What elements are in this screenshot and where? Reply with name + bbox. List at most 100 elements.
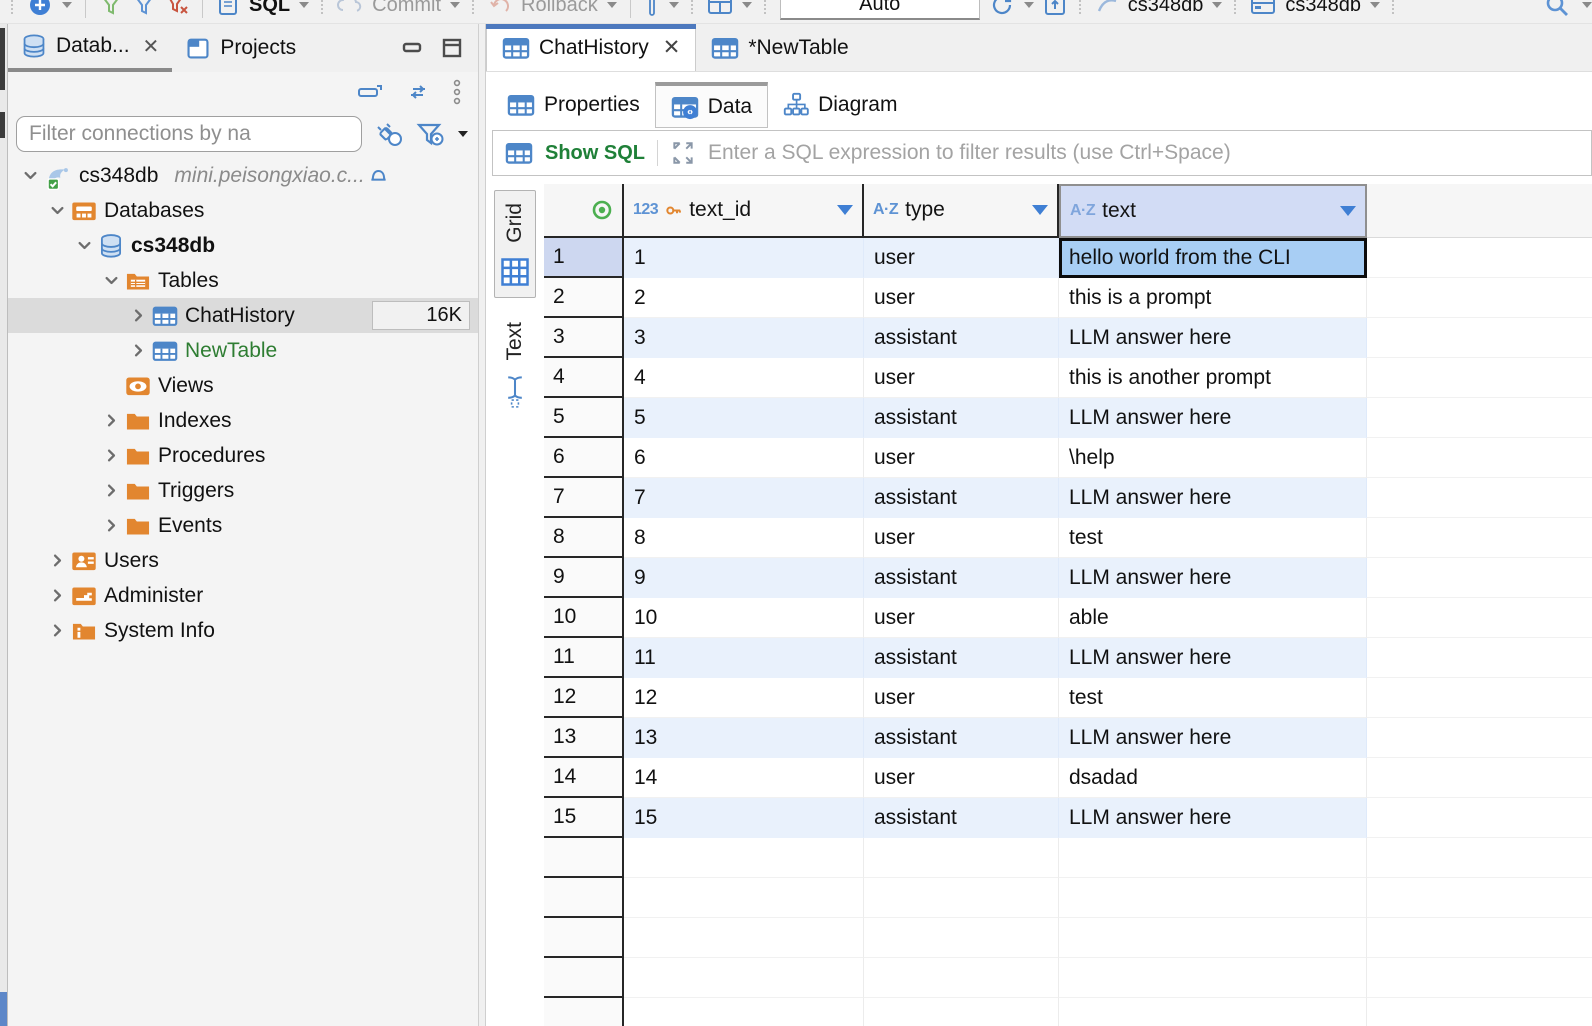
cell-text-id[interactable]: 10 — [624, 598, 864, 638]
side-tab-text[interactable]: Text — [503, 322, 527, 409]
cell-text[interactable]: this is a prompt — [1059, 278, 1367, 318]
row-number-cell[interactable] — [544, 838, 624, 878]
cell-type[interactable]: assistant — [864, 318, 1059, 358]
cell-empty[interactable] — [864, 998, 1059, 1026]
cell-text[interactable]: dsadad — [1059, 758, 1367, 798]
editor-tab-newtable[interactable]: *NewTable — [696, 24, 863, 71]
tree-item-cs348db[interactable]: cs348db — [8, 228, 478, 263]
cell-type[interactable]: assistant — [864, 798, 1059, 838]
tree-item-databases[interactable]: Databases — [8, 193, 478, 228]
cell-text-id[interactable]: 6 — [624, 438, 864, 478]
search-icon[interactable] — [1543, 0, 1571, 19]
chevron-right-icon[interactable] — [97, 482, 125, 499]
filter-green-icon[interactable] — [99, 0, 123, 17]
column-dropdown-caret[interactable] — [1340, 206, 1356, 216]
cell-text-id[interactable]: 8 — [624, 518, 864, 558]
row-number-cell[interactable]: 2 — [544, 278, 624, 318]
cell-text[interactable]: LLM answer here — [1059, 558, 1367, 598]
schema-selector-label[interactable]: cs348db — [1285, 0, 1361, 17]
cell-text[interactable]: this is another prompt — [1059, 358, 1367, 398]
cell-empty[interactable] — [624, 878, 864, 918]
cell-text[interactable]: LLM answer here — [1059, 398, 1367, 438]
cell-text[interactable]: test — [1059, 518, 1367, 558]
cell-text-id[interactable]: 2 — [624, 278, 864, 318]
tree-item-system-info[interactable]: System Info — [8, 613, 478, 648]
schema-selector-caret[interactable] — [1370, 2, 1380, 8]
row-header-corner[interactable] — [544, 184, 624, 238]
cell-text[interactable]: LLM answer here — [1059, 798, 1367, 838]
cell-text-id[interactable]: 7 — [624, 478, 864, 518]
column-header-type[interactable]: A·Z type — [864, 184, 1059, 238]
cell-text-id[interactable]: 14 — [624, 758, 864, 798]
refresh-caret[interactable] — [1024, 2, 1034, 8]
cell-empty[interactable] — [1059, 998, 1367, 1026]
tree-item-users[interactable]: Users — [8, 543, 478, 578]
tree-item-procedures[interactable]: Procedures — [8, 438, 478, 473]
cell-type[interactable]: assistant — [864, 638, 1059, 678]
filter-funnel-caret[interactable] — [458, 131, 468, 137]
maximize-icon[interactable] — [440, 36, 464, 60]
cell-text-id[interactable]: 3 — [624, 318, 864, 358]
view-menu-kebab-icon[interactable] — [452, 79, 462, 105]
side-tab-grid[interactable]: Grid — [494, 190, 536, 298]
filter-funnel-icon[interactable] — [416, 120, 446, 148]
connect-plug-icon[interactable] — [374, 120, 404, 148]
row-number-cell[interactable] — [544, 878, 624, 918]
chevron-down-icon[interactable] — [70, 237, 98, 254]
cell-empty[interactable] — [624, 838, 864, 878]
cell-text-id[interactable]: 1 — [624, 238, 864, 278]
chevron-right-icon[interactable] — [43, 552, 71, 569]
chevron-right-icon[interactable] — [97, 517, 125, 534]
transaction-caret[interactable] — [669, 2, 679, 8]
tree-item-views[interactable]: Views — [8, 368, 478, 403]
subtab-properties[interactable]: Properties — [492, 82, 655, 128]
tree-item-cs348db[interactable]: cs348dbmini.peisongxiao.c... — [8, 158, 478, 193]
fetch-table-icon[interactable] — [707, 0, 733, 17]
cell-empty[interactable] — [624, 998, 864, 1026]
link-with-editor-icon[interactable] — [404, 81, 432, 103]
column-header-text-id[interactable]: 123 text_id — [624, 184, 864, 238]
cell-empty[interactable] — [864, 838, 1059, 878]
row-number-cell[interactable]: 10 — [544, 598, 624, 638]
connection-selector-caret[interactable] — [1212, 2, 1222, 8]
row-number-cell[interactable]: 9 — [544, 558, 624, 598]
commit-mode-combo[interactable]: Auto — [780, 0, 980, 20]
sql-editor-icon[interactable] — [216, 0, 240, 17]
export-icon[interactable] — [1043, 0, 1067, 17]
chevron-down-icon[interactable] — [16, 167, 44, 184]
new-connection-icon[interactable] — [27, 0, 53, 18]
chevron-right-icon[interactable] — [97, 412, 125, 429]
minimize-icon[interactable] — [400, 36, 424, 60]
collapse-all-icon[interactable] — [356, 82, 384, 102]
filter-connections-input[interactable]: Filter connections by na — [16, 116, 362, 152]
cell-text-id[interactable]: 12 — [624, 678, 864, 718]
close-icon[interactable]: ✕ — [663, 35, 681, 60]
editor-tab-chathistory[interactable]: ChatHistory ✕ — [486, 24, 696, 71]
cell-empty[interactable] — [1059, 958, 1367, 998]
cell-text[interactable]: \help — [1059, 438, 1367, 478]
column-dropdown-caret[interactable] — [1032, 205, 1048, 215]
row-number-cell[interactable]: 1 — [544, 238, 624, 278]
tab-projects[interactable]: Projects — [172, 24, 309, 72]
cell-text[interactable]: test — [1059, 678, 1367, 718]
chevron-down-icon[interactable] — [43, 202, 71, 219]
cell-text-id[interactable]: 15 — [624, 798, 864, 838]
chevron-right-icon[interactable] — [43, 587, 71, 604]
cell-text-id[interactable]: 5 — [624, 398, 864, 438]
row-number-cell[interactable] — [544, 998, 624, 1026]
cell-text[interactable]: LLM answer here — [1059, 718, 1367, 758]
cell-text-id[interactable]: 11 — [624, 638, 864, 678]
cell-type[interactable]: user — [864, 278, 1059, 318]
connection-link-icon[interactable] — [1095, 0, 1119, 17]
subtab-data[interactable]: Data — [655, 82, 768, 128]
row-number-cell[interactable]: 7 — [544, 478, 624, 518]
tree-item-administer[interactable]: Administer — [8, 578, 478, 613]
cell-text[interactable]: LLM answer here — [1059, 638, 1367, 678]
cell-empty[interactable] — [624, 958, 864, 998]
close-icon[interactable]: ✕ — [143, 34, 160, 59]
sql-editor-caret[interactable] — [299, 2, 309, 8]
tree-item-newtable[interactable]: NewTable — [8, 333, 478, 368]
row-number-cell[interactable]: 4 — [544, 358, 624, 398]
cell-text[interactable]: hello world from the CLI — [1059, 238, 1367, 278]
tree-item-events[interactable]: Events — [8, 508, 478, 543]
